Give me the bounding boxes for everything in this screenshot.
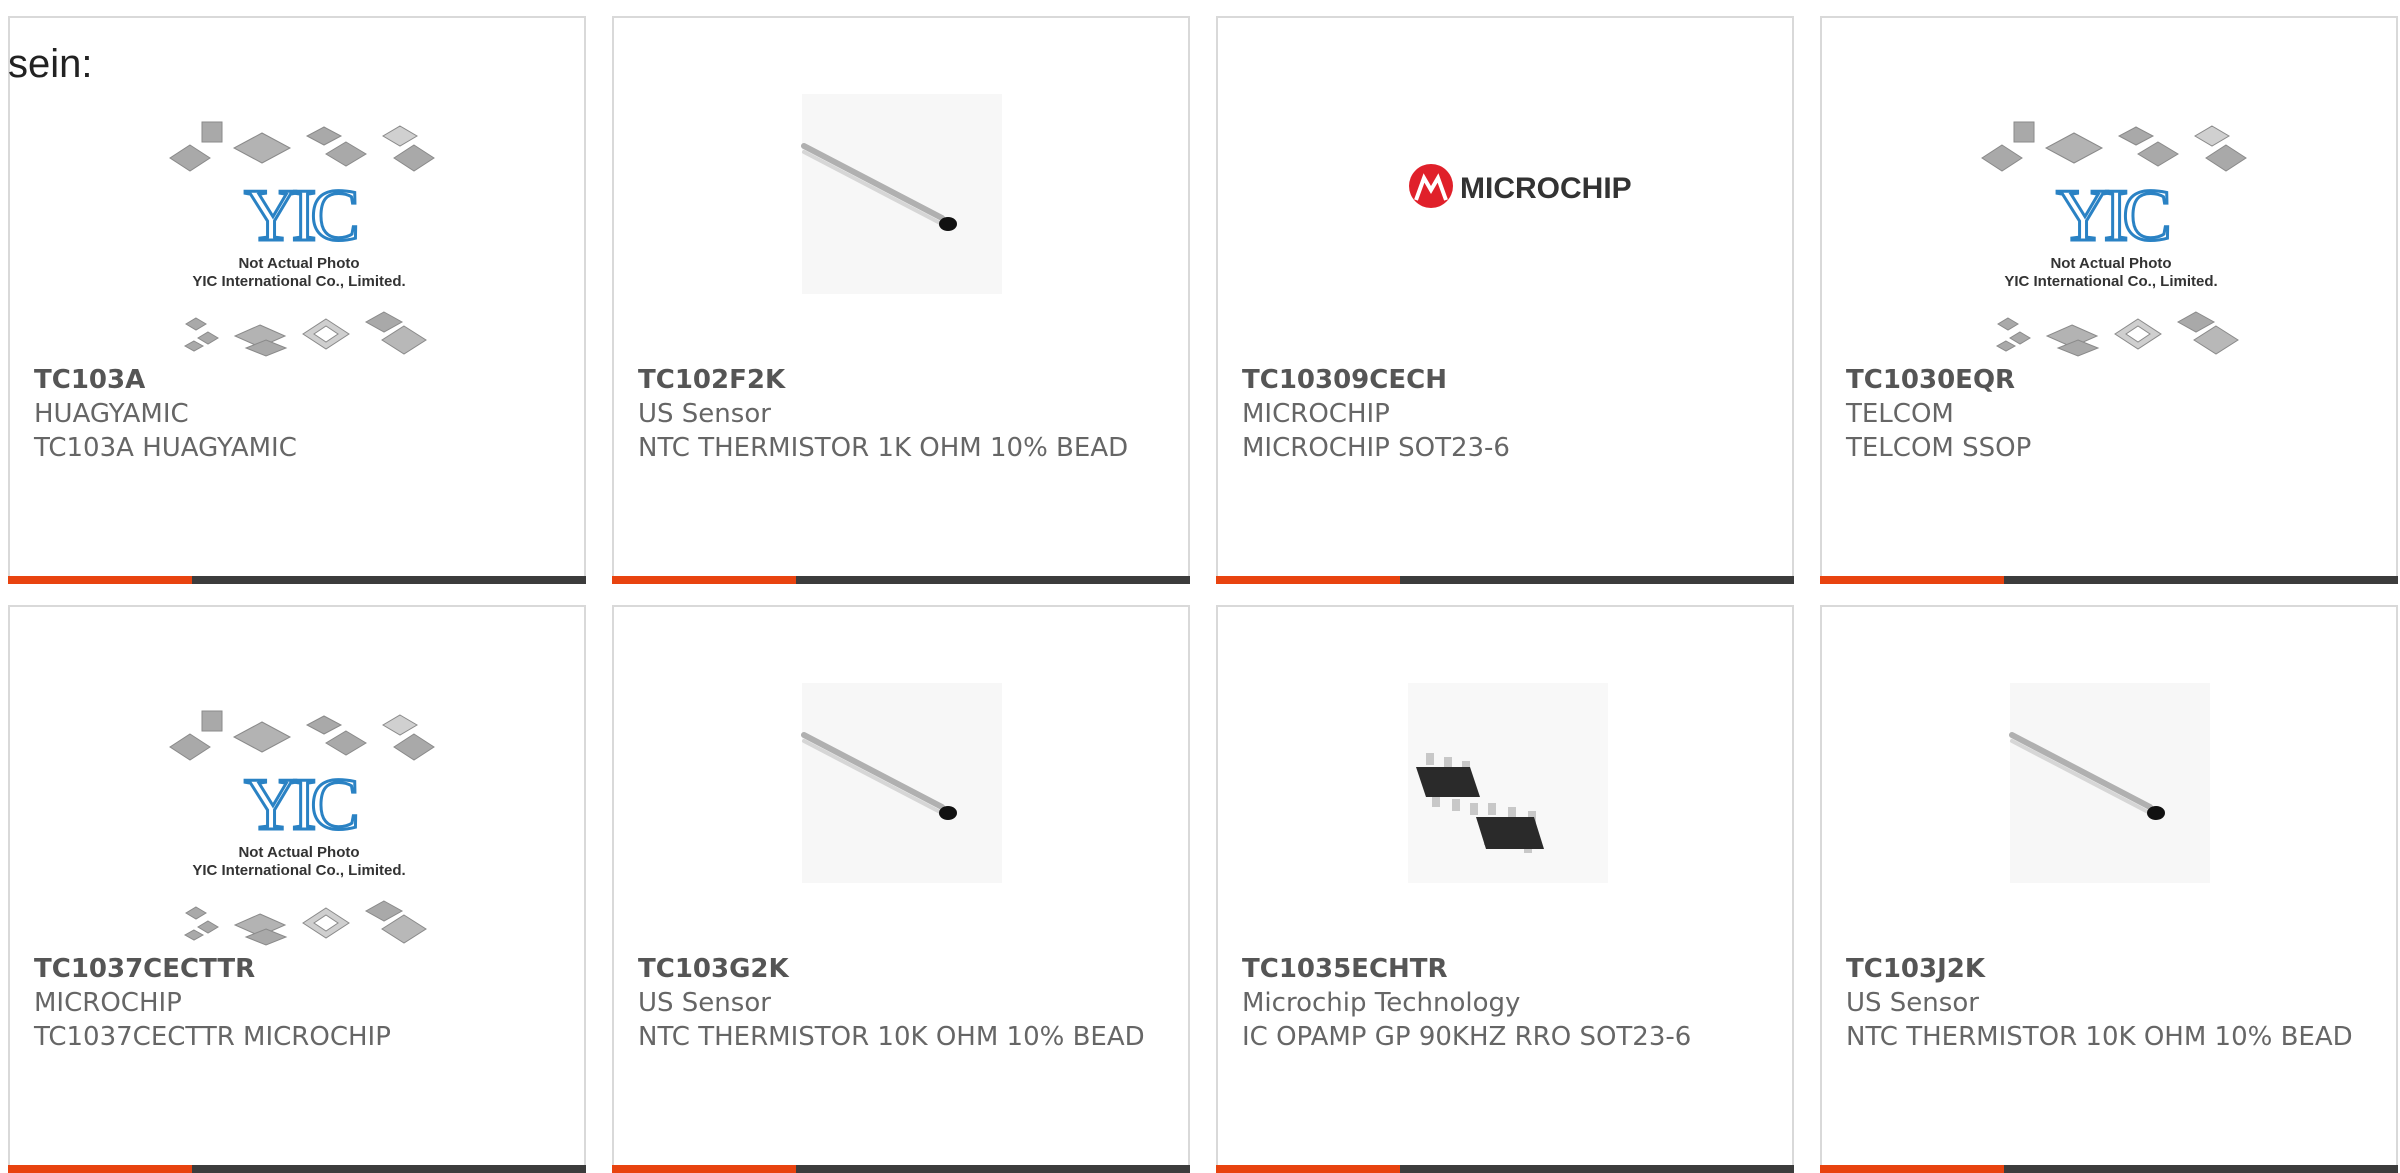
product-info: TC1037CECTTR MICROCHIP TC1037CECTTR MICR… xyxy=(34,952,560,1054)
page-label: sein: xyxy=(8,42,93,86)
description: TELCOM SSOP xyxy=(1846,433,2032,463)
sot23-chip-icon xyxy=(1408,683,1608,883)
card-accent-bar xyxy=(1216,576,1400,584)
product-card[interactable]: TC102F2K US Sensor NTC THERMISTOR 1K OHM… xyxy=(612,16,1190,584)
description: NTC THERMISTOR 10K OHM 10% BEAD xyxy=(1846,1022,2353,1052)
thermistor-icon xyxy=(2009,683,2210,883)
manufacturer: TELCOM xyxy=(1846,399,1954,429)
card-bottom-bar xyxy=(1820,1165,2398,1173)
card-bottom-bar xyxy=(1216,1165,1794,1173)
description: MICROCHIP SOT23-6 xyxy=(1242,433,1510,463)
card-accent-bar xyxy=(1216,1165,1400,1173)
product-image xyxy=(1822,607,2396,947)
yic-placeholder-icon: YICNot Actual PhotoYIC International Co.… xyxy=(1981,121,2247,357)
svg-text:YIC: YIC xyxy=(2056,175,2168,257)
product-info: TC103A HUAGYAMIC TC103A HUAGYAMIC xyxy=(34,363,560,465)
microchip-logo-icon: MICROCHIP xyxy=(1409,164,1632,208)
card-accent-bar xyxy=(612,576,796,584)
product-info: TC103G2K US Sensor NTC THERMISTOR 10K OH… xyxy=(638,952,1164,1054)
product-info: TC10309CECH MICROCHIP MICROCHIP SOT23-6 xyxy=(1242,363,1768,465)
part-number[interactable]: TC102F2K xyxy=(638,363,1164,397)
product-image xyxy=(614,18,1188,358)
part-number[interactable]: TC10309CECH xyxy=(1242,363,1768,397)
svg-text:YIC International Co., Limited: YIC International Co., Limited. xyxy=(192,862,405,879)
part-number[interactable]: TC103J2K xyxy=(1846,952,2372,986)
card-accent-bar xyxy=(1820,1165,2004,1173)
card-accent-bar xyxy=(8,576,192,584)
card-accent-bar xyxy=(612,1165,796,1173)
yic-placeholder-icon: YICNot Actual PhotoYIC International Co.… xyxy=(169,710,435,946)
product-image: MICROCHIP xyxy=(1218,18,1792,358)
card-bottom-bar xyxy=(1216,576,1794,584)
product-info: TC1030EQR TELCOM TELCOM SSOP xyxy=(1846,363,2372,465)
manufacturer: HUAGYAMIC xyxy=(34,399,189,429)
manufacturer: US Sensor xyxy=(638,988,771,1018)
manufacturer: US Sensor xyxy=(638,399,771,429)
card-bottom-bar xyxy=(1820,576,2398,584)
part-number[interactable]: TC1035ECHTR xyxy=(1242,952,1768,986)
part-number[interactable]: TC1037CECTTR xyxy=(34,952,560,986)
svg-text:YIC International Co., Limited: YIC International Co., Limited. xyxy=(192,273,405,290)
product-info: TC102F2K US Sensor NTC THERMISTOR 1K OHM… xyxy=(638,363,1164,465)
svg-text:YIC International Co., Limited: YIC International Co., Limited. xyxy=(2004,273,2217,290)
product-image xyxy=(614,607,1188,947)
card-bottom-bar xyxy=(612,1165,1190,1173)
description: NTC THERMISTOR 1K OHM 10% BEAD xyxy=(638,433,1129,463)
part-number[interactable]: TC103G2K xyxy=(638,952,1164,986)
svg-text:YIC: YIC xyxy=(244,175,356,257)
product-info: TC1035ECHTR Microchip Technology IC OPAM… xyxy=(1242,952,1768,1054)
card-accent-bar xyxy=(1820,576,2004,584)
product-card[interactable]: YIC Not Actual Photo YIC International Co.… xyxy=(8,605,586,1173)
part-number[interactable]: TC1030EQR xyxy=(1846,363,2372,397)
part-number[interactable]: TC103A xyxy=(34,363,560,397)
product-info: TC103J2K US Sensor NTC THERMISTOR 10K OH… xyxy=(1846,952,2372,1054)
yic-placeholder-icon: YICNot Actual PhotoYIC International Co.… xyxy=(169,121,435,357)
manufacturer: MICROCHIP xyxy=(34,988,182,1018)
product-card[interactable]: YIC Not Actual Photo YIC International Co.… xyxy=(8,16,586,584)
product-card[interactable]: TC103G2K US Sensor NTC THERMISTOR 10K OH… xyxy=(612,605,1190,1173)
thermistor-icon xyxy=(801,94,1002,294)
product-image xyxy=(1218,607,1792,947)
product-image: YIC Not Actual Photo YIC International Co.… xyxy=(1822,18,2396,358)
product-card[interactable]: YIC Not Actual Photo YIC International Co.… xyxy=(1820,16,2398,584)
svg-text:YIC: YIC xyxy=(244,764,356,846)
card-accent-bar xyxy=(8,1165,192,1173)
description: TC103A HUAGYAMIC xyxy=(34,433,297,463)
svg-text:MICROCHIP: MICROCHIP xyxy=(1460,172,1632,205)
card-bottom-bar xyxy=(8,576,586,584)
svg-text:Not Actual Photo: Not Actual Photo xyxy=(2050,255,2171,272)
thermistor-icon xyxy=(801,683,1002,883)
product-grid: sein: YIC Not Actual Photo YIC Internation… xyxy=(0,0,2400,1173)
product-image: YIC Not Actual Photo YIC International Co.… xyxy=(10,18,584,358)
description: TC1037CECTTR MICROCHIP xyxy=(34,1022,391,1052)
manufacturer: US Sensor xyxy=(1846,988,1979,1018)
manufacturer: MICROCHIP xyxy=(1242,399,1390,429)
product-card[interactable]: TC1035ECHTR Microchip Technology IC OPAM… xyxy=(1216,605,1794,1173)
svg-text:Not Actual Photo: Not Actual Photo xyxy=(238,844,359,861)
card-bottom-bar xyxy=(8,1165,586,1173)
product-card[interactable]: MICROCHIP TC10309CECH MICROCHIP MICROCHI… xyxy=(1216,16,1794,584)
svg-text:Not Actual Photo: Not Actual Photo xyxy=(238,255,359,272)
product-image: YIC Not Actual Photo YIC International Co.… xyxy=(10,607,584,947)
description: NTC THERMISTOR 10K OHM 10% BEAD xyxy=(638,1022,1145,1052)
card-bottom-bar xyxy=(612,576,1190,584)
product-card[interactable]: TC103J2K US Sensor NTC THERMISTOR 10K OH… xyxy=(1820,605,2398,1173)
manufacturer: Microchip Technology xyxy=(1242,988,1521,1018)
description: IC OPAMP GP 90KHZ RRO SOT23-6 xyxy=(1242,1022,1692,1052)
